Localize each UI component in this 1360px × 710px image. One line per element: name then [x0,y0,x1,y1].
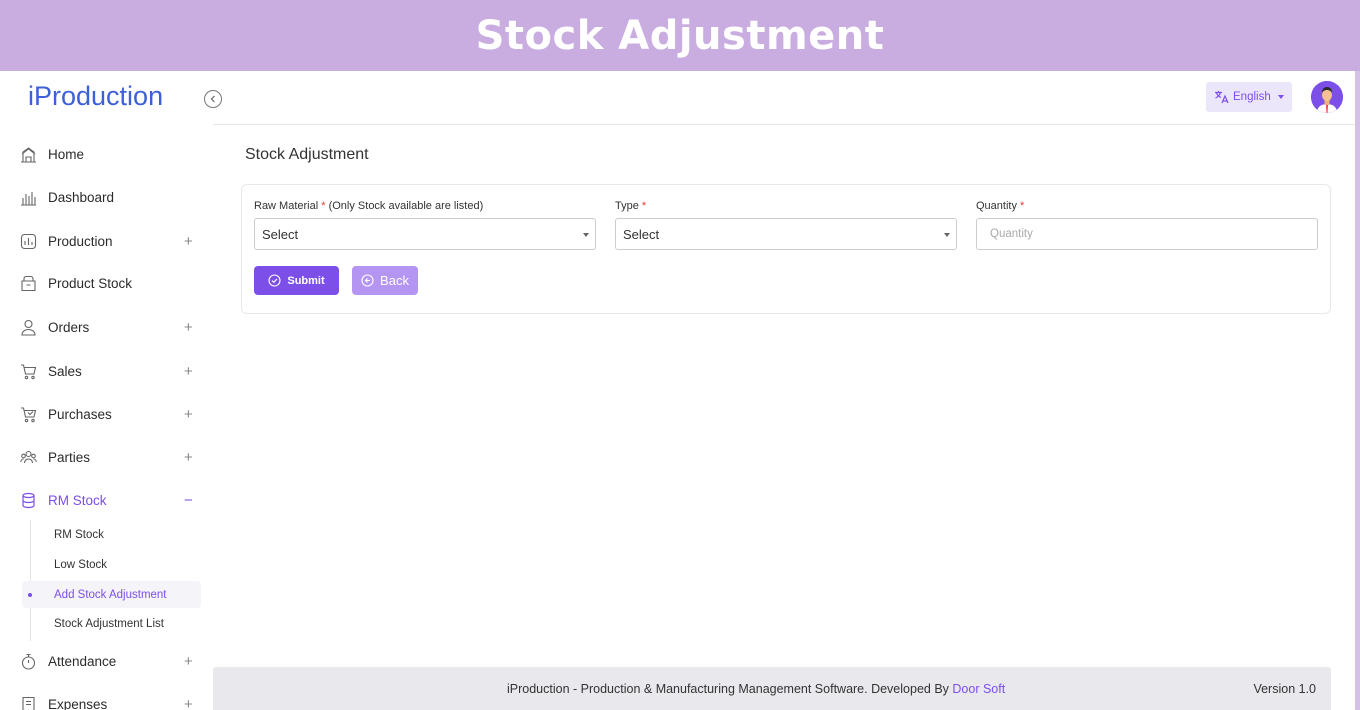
stopwatch-icon [19,652,37,670]
top-bar: English [213,71,1355,125]
cart-arrow-icon [19,405,37,423]
active-dot [28,593,32,597]
sidebar-item-rm-stock[interactable]: RM Stock − [0,482,213,518]
production-chart-icon [19,232,37,250]
banner-title: Stock Adjustment [475,12,885,59]
bar-chart-icon [19,188,37,206]
raw-material-select[interactable]: Select [254,218,596,250]
submit-label: Submit [287,274,325,287]
required-mark: * [641,200,647,212]
sidebar-item-production[interactable]: Production + [0,223,213,259]
sidebar-item-sales[interactable]: Sales + [0,353,213,389]
cart-icon [19,362,37,380]
raw-material-label-text: Raw Material [254,200,319,212]
sidebar-item-label: Production [48,233,113,249]
type-label: Type * [615,200,646,212]
submenu-item-stock-adjustment-list[interactable]: Stock Adjustment List [22,610,201,637]
chevron-left-icon [209,95,217,103]
sidebar-item-attendance[interactable]: Attendance + [0,643,213,679]
quantity-label-text: Quantity [976,200,1017,212]
raw-material-label: Raw Material * (Only Stock available are… [254,200,483,212]
sidebar-item-label: Home [48,146,85,162]
submenu-item-label: Stock Adjustment List [54,617,164,630]
sidebar-item-label: Dashboard [48,189,115,205]
sidebar-item-label: RM Stock [48,492,107,508]
expand-indicator: + [184,695,193,710]
sidebar-item-label: Sales [48,363,82,379]
submenu-item-label: Add Stock Adjustment [54,588,167,601]
back-circle-icon [361,274,374,287]
type-select-value: Select [623,227,660,242]
sidebar-item-label: Orders [48,319,90,335]
sidebar-item-label: Purchases [48,406,112,422]
collapse-indicator: − [184,491,193,509]
submenu-item-low-stock[interactable]: Low Stock [22,551,201,578]
title-banner: Stock Adjustment [0,0,1360,71]
app-logo[interactable]: iProduction [28,81,163,112]
raw-material-note: (Only Stock available are listed) [325,200,484,212]
submenu-item-label: RM Stock [54,528,104,541]
language-selector[interactable]: English [1206,82,1292,112]
required-mark: * [1020,200,1025,212]
submenu-item-label: Low Stock [54,558,108,571]
sidebar-item-product-stock[interactable]: Product Stock [0,265,213,301]
home-icon [19,145,37,163]
check-circle-icon [268,274,281,287]
footer-developer-link[interactable]: Door Soft [952,682,1005,696]
type-select[interactable]: Select [615,218,957,250]
expand-indicator: + [184,405,193,423]
quantity-input[interactable] [976,218,1318,250]
type-label-text: Type [615,200,639,212]
expand-indicator: + [184,318,193,336]
sidebar-item-label: Parties [48,449,91,465]
sidebar-item-home[interactable]: Home [0,136,213,172]
footer: iProduction - Production & Manufacturing… [213,667,1331,710]
users-icon [19,448,37,466]
avatar[interactable] [1311,81,1343,113]
caret-down-icon [944,233,950,237]
language-label: English [1233,91,1271,103]
page-title: Stock Adjustment [245,146,369,163]
sidebar-item-label: Expenses [48,696,108,710]
quantity-label: Quantity * [976,200,1024,212]
logo-row: iProduction [0,71,213,125]
sidebar-item-expenses[interactable]: Expenses + [0,686,213,710]
user-icon [19,318,37,336]
sidebar-item-parties[interactable]: Parties + [0,439,213,475]
back-label: Back [380,273,409,288]
box-icon [19,274,37,292]
main-content: Stock Adjustment Raw Material * (Only St… [213,125,1355,667]
footer-credit: iProduction - Production & Manufacturing… [507,682,953,696]
receipt-icon [19,695,37,710]
submenu-item-rm-stock[interactable]: RM Stock [22,521,201,548]
sidebar-item-purchases[interactable]: Purchases + [0,396,213,432]
submit-button[interactable]: Submit [254,266,339,295]
translate-icon [1214,90,1229,104]
sidebar-item-dashboard[interactable]: Dashboard [0,179,213,215]
raw-material-select-value: Select [262,227,299,242]
database-icon [19,491,37,509]
sidebar: iProduction Home Dashboard Production + … [0,71,213,710]
caret-down-icon [1278,95,1284,99]
caret-down-icon [583,233,589,237]
submenu-item-add-stock-adjustment[interactable]: Add Stock Adjustment [22,581,201,608]
back-button[interactable]: Back [352,266,418,295]
version-label: Version 1.0 [1253,682,1316,696]
expand-indicator: + [184,652,193,670]
expand-indicator: + [184,362,193,380]
expand-indicator: + [184,448,193,466]
stock-adjustment-form: Raw Material * (Only Stock available are… [241,184,1331,314]
sidebar-item-label: Product Stock [48,275,133,291]
scrollbar[interactable] [1355,71,1360,710]
sidebar-item-orders[interactable]: Orders + [0,309,213,345]
sidebar-item-label: Attendance [48,653,117,669]
sidebar-collapse-button[interactable] [204,90,222,108]
footer-text: iProduction - Production & Manufacturing… [507,682,1005,696]
expand-indicator: + [184,232,193,250]
